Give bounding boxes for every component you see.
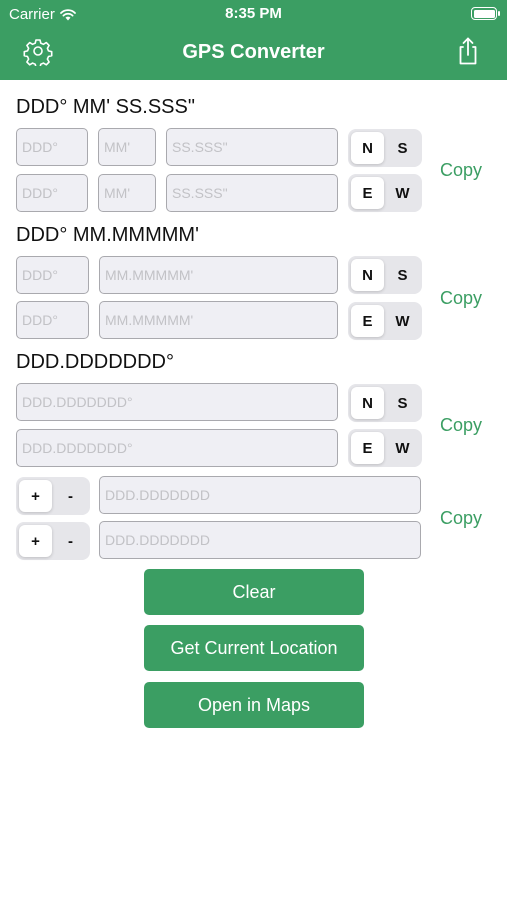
- dm-lon-degrees-field[interactable]: [16, 301, 89, 339]
- dms-lat-minutes-field[interactable]: [98, 128, 156, 166]
- signed-lat-sign-toggle[interactable]: + -: [16, 477, 90, 515]
- get-current-location-button[interactable]: Get Current Location: [144, 625, 364, 671]
- dd-lat-south-option[interactable]: S: [386, 387, 419, 419]
- signed-lon-input[interactable]: [100, 522, 420, 558]
- status-time: 8:35 PM: [225, 5, 282, 22]
- dms-lon-minutes-field[interactable]: [98, 174, 156, 212]
- dms-lat-south-option[interactable]: S: [386, 132, 419, 164]
- dm-lat-south-option[interactable]: S: [386, 259, 419, 291]
- dms-lat-degrees-field[interactable]: [16, 128, 88, 166]
- open-in-maps-button[interactable]: Open in Maps: [144, 682, 364, 728]
- dm-lon-minutes-field[interactable]: [99, 301, 338, 339]
- battery-level: [473, 9, 495, 18]
- signed-lon-field[interactable]: [99, 521, 421, 559]
- dm-lon-degrees-input[interactable]: [17, 302, 88, 338]
- battery-icon: [471, 7, 500, 20]
- dm-lat-minutes-field[interactable]: [99, 256, 338, 294]
- dm-lat-degrees-input[interactable]: [17, 257, 88, 293]
- dd-lon-hemisphere-toggle[interactable]: E W: [348, 429, 422, 467]
- dms-lon-degrees-field[interactable]: [16, 174, 88, 212]
- nav-bar: Carrier 8:35 PM GPS Converter: [0, 0, 507, 80]
- dms-copy-button[interactable]: Copy: [440, 160, 482, 181]
- share-button[interactable]: [453, 36, 483, 66]
- signed-lon-minus-option[interactable]: -: [54, 525, 87, 557]
- dms-lat-north-option[interactable]: N: [351, 132, 384, 164]
- dms-lon-west-option[interactable]: W: [386, 177, 419, 209]
- dd-lon-field[interactable]: [16, 429, 338, 467]
- signed-lon-sign-toggle[interactable]: + -: [16, 522, 90, 560]
- dm-section-title: DDD° MM.MMMMM': [16, 224, 199, 246]
- clear-button[interactable]: Clear: [144, 569, 364, 615]
- dm-copy-button[interactable]: Copy: [440, 288, 482, 309]
- dm-lat-north-option[interactable]: N: [351, 259, 384, 291]
- dm-lon-west-option[interactable]: W: [386, 305, 419, 337]
- dm-lon-east-option[interactable]: E: [351, 305, 384, 337]
- dms-lat-seconds-input[interactable]: [167, 129, 337, 165]
- dd-lon-input[interactable]: [17, 430, 337, 466]
- share-icon: [459, 37, 477, 65]
- signed-lon-plus-option[interactable]: +: [19, 525, 52, 557]
- dms-lat-minutes-input[interactable]: [99, 129, 155, 165]
- dms-lon-seconds-input[interactable]: [167, 175, 337, 211]
- dm-lat-degrees-field[interactable]: [16, 256, 89, 294]
- signed-copy-button[interactable]: Copy: [440, 508, 482, 529]
- dms-lon-degrees-input[interactable]: [17, 175, 87, 211]
- dd-lat-north-option[interactable]: N: [351, 387, 384, 419]
- dd-lon-east-option[interactable]: E: [351, 432, 384, 464]
- dms-lon-hemisphere-toggle[interactable]: E W: [348, 174, 422, 212]
- dm-lat-minutes-input[interactable]: [100, 257, 337, 293]
- dd-lat-hemisphere-toggle[interactable]: N S: [348, 384, 422, 422]
- signed-lat-minus-option[interactable]: -: [54, 480, 87, 512]
- signed-lat-input[interactable]: [100, 477, 420, 513]
- dd-lon-west-option[interactable]: W: [386, 432, 419, 464]
- dms-section-title: DDD° MM' SS.SSS": [16, 96, 195, 118]
- dm-lat-hemisphere-toggle[interactable]: N S: [348, 256, 422, 294]
- dms-lon-east-option[interactable]: E: [351, 177, 384, 209]
- dd-section-title: DDD.DDDDDDD°: [16, 351, 174, 373]
- dms-lon-minutes-input[interactable]: [99, 175, 155, 211]
- dd-lat-field[interactable]: [16, 383, 338, 421]
- signed-lat-field[interactable]: [99, 476, 421, 514]
- page-title: GPS Converter: [182, 41, 325, 63]
- dms-lat-hemisphere-toggle[interactable]: N S: [348, 129, 422, 167]
- dms-lat-degrees-input[interactable]: [17, 129, 87, 165]
- signed-lat-plus-option[interactable]: +: [19, 480, 52, 512]
- dms-lon-seconds-field[interactable]: [166, 174, 338, 212]
- dm-lon-hemisphere-toggle[interactable]: E W: [348, 302, 422, 340]
- dd-lat-input[interactable]: [17, 384, 337, 420]
- dms-lat-seconds-field[interactable]: [166, 128, 338, 166]
- dm-lon-minutes-input[interactable]: [100, 302, 337, 338]
- dd-copy-button[interactable]: Copy: [440, 415, 482, 436]
